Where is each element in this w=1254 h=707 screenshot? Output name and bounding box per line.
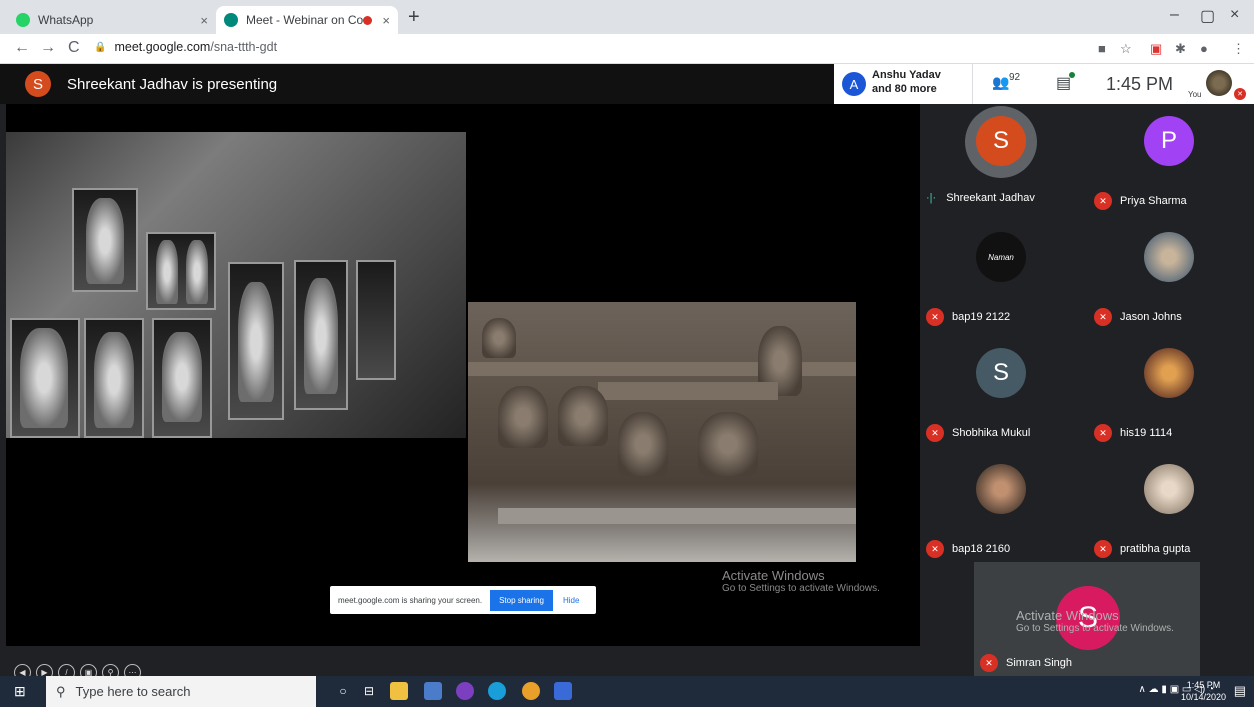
participant-photo bbox=[976, 464, 1026, 514]
participant-avatar: S bbox=[976, 116, 1026, 166]
search-icon: ⚲ bbox=[56, 683, 66, 699]
presenter-label: Shreekant Jadhav is presenting bbox=[67, 75, 278, 93]
url-field[interactable]: 🔒 meet.google.com/sna-ttth-gdt bbox=[94, 40, 277, 54]
participant-tile[interactable]: S ✕ Shobhika Mukul bbox=[920, 336, 1085, 450]
tab-whatsapp[interactable]: WhatsApp × bbox=[8, 6, 216, 34]
mic-off-icon: ✕ bbox=[1234, 88, 1246, 100]
profile-icon[interactable]: ● bbox=[1200, 41, 1208, 56]
taskbar-search[interactable]: ⚲ Type here to search bbox=[46, 676, 316, 707]
participant-photo bbox=[1144, 232, 1194, 282]
participant-avatar: S bbox=[976, 348, 1026, 398]
participant-avatar: P bbox=[1144, 116, 1194, 166]
activate-windows-watermark: Activate Windows Go to Settings to activ… bbox=[1016, 608, 1174, 634]
participant-tile[interactable]: P ✕ Priya Sharma bbox=[1088, 104, 1253, 218]
cave-photo-right bbox=[468, 302, 856, 562]
extensions-icon[interactable]: ✱ bbox=[1175, 41, 1186, 57]
meet-header: A Anshu Yadav and 80 more 👥 92 ▤ 1:45 PM… bbox=[834, 64, 1254, 104]
word-icon[interactable] bbox=[554, 682, 572, 700]
people-icon[interactable]: 👥 bbox=[992, 74, 1009, 91]
tab-close-icon[interactable]: × bbox=[382, 13, 390, 28]
task-view-icon[interactable]: ⊟ bbox=[360, 682, 378, 700]
participant-avatar: Naman bbox=[976, 232, 1026, 282]
address-bar: ← → C 🔒 meet.google.com/sna-ttth-gdt ■ ☆… bbox=[0, 34, 1254, 64]
tab-bar: WhatsApp × Meet - Webinar on Conserva × … bbox=[0, 0, 1254, 34]
mic-off-icon: ✕ bbox=[1094, 308, 1112, 326]
sharing-text: meet.google.com is sharing your screen. bbox=[338, 595, 483, 605]
participant-tile[interactable]: ✕ bap18 2160 bbox=[920, 452, 1085, 566]
hide-button[interactable]: Hide bbox=[563, 596, 579, 605]
participant-tile[interactable]: S ·|· Shreekant Jadhav bbox=[920, 104, 1085, 218]
participant-tile[interactable]: ✕ pratibha gupta bbox=[1088, 452, 1253, 566]
participant-photo bbox=[1144, 464, 1194, 514]
windows-start-icon[interactable]: ⊞ bbox=[14, 683, 26, 700]
presenter-avatar: S bbox=[25, 71, 51, 97]
url-host: meet.google.com bbox=[114, 40, 211, 54]
participants-grid: S ·|· Shreekant Jadhav P ✕ Priya Sharma Na… bbox=[920, 104, 1254, 676]
participant-tile[interactable]: ✕ his19 1114 bbox=[1088, 336, 1253, 450]
participant-tile[interactable]: S Activate Windows Go to Settings to act… bbox=[974, 562, 1200, 676]
url-path: /sna-ttth-gdt bbox=[210, 40, 278, 54]
you-label: You bbox=[1188, 90, 1202, 99]
tab-close-icon[interactable]: × bbox=[200, 13, 208, 28]
tab-title: WhatsApp bbox=[38, 13, 94, 27]
chat-badge bbox=[1069, 72, 1075, 78]
notification-icon[interactable]: ▤ bbox=[1234, 683, 1246, 699]
camera-icon[interactable]: ■ bbox=[1098, 41, 1106, 56]
meeting-clock: 1:45 PM bbox=[1106, 74, 1174, 94]
presenter-bar: S Shreekant Jadhav is presenting bbox=[0, 64, 920, 104]
cortana-icon[interactable]: ○ bbox=[334, 682, 352, 700]
back-button[interactable]: ← bbox=[14, 39, 30, 57]
participant-count: 92 bbox=[1009, 72, 1021, 83]
whatsapp-icon bbox=[16, 13, 30, 27]
participant-tile[interactable]: Naman ✕ bap19 2122 bbox=[920, 220, 1085, 334]
people-summary[interactable]: Anshu Yadav and 80 more bbox=[872, 68, 941, 96]
chrome-icon[interactable] bbox=[522, 682, 540, 700]
mic-off-icon: ✕ bbox=[1094, 540, 1112, 558]
bookmark-star-icon[interactable]: ☆ bbox=[1120, 41, 1132, 57]
mic-off-icon: ✕ bbox=[980, 654, 998, 672]
tab-title: Meet - Webinar on Conserva bbox=[246, 13, 364, 27]
meet-call: S Shreekant Jadhav is presenting Activat… bbox=[0, 64, 1254, 681]
search-placeholder: Type here to search bbox=[75, 684, 191, 699]
taskbar: ⊞ ⚲ Type here to search ○ ⊟ ∧ ☁ ▮ ▣ ▭ ◁)… bbox=[0, 676, 1254, 707]
close-window-button[interactable]: × bbox=[1230, 6, 1239, 24]
lock-icon: 🔒 bbox=[94, 41, 107, 53]
taskbar-clock[interactable]: 1:45 PM 10/14/2020 bbox=[1181, 679, 1226, 703]
presentation-screen: Activate Windows Go to Settings to activ… bbox=[6, 104, 920, 681]
tab-meet[interactable]: Meet - Webinar on Conserva × bbox=[216, 6, 398, 34]
participant-tile[interactable]: ✕ Jason Johns bbox=[1088, 220, 1253, 334]
mic-off-icon: ✕ bbox=[1094, 192, 1112, 210]
sharing-banner: meet.google.com is sharing your screen. … bbox=[330, 586, 596, 614]
speaking-icon: ·|· bbox=[926, 192, 937, 204]
divider bbox=[972, 64, 973, 104]
self-avatar[interactable] bbox=[1206, 70, 1232, 96]
media-player-icon[interactable] bbox=[456, 682, 474, 700]
cave-photo-left bbox=[6, 132, 466, 438]
camera-app-icon[interactable] bbox=[424, 682, 442, 700]
file-explorer-icon[interactable] bbox=[390, 682, 408, 700]
stop-sharing-button[interactable]: Stop sharing bbox=[490, 589, 553, 611]
mic-off-icon: ✕ bbox=[1094, 424, 1112, 442]
mic-off-icon: ✕ bbox=[926, 308, 944, 326]
edge-icon[interactable] bbox=[488, 682, 506, 700]
new-tab-button[interactable]: + bbox=[408, 6, 420, 29]
maximize-button[interactable]: ▢ bbox=[1200, 6, 1215, 26]
menu-icon[interactable]: ⋮ bbox=[1232, 41, 1245, 57]
meet-icon bbox=[224, 13, 238, 27]
activate-windows-watermark: Activate Windows Go to Settings to activ… bbox=[722, 568, 880, 594]
pdf-extension-icon[interactable]: ▣ bbox=[1150, 41, 1162, 57]
recording-icon bbox=[363, 15, 373, 25]
mic-off-icon: ✕ bbox=[926, 424, 944, 442]
participant-avatar: A bbox=[842, 72, 866, 96]
forward-button[interactable]: → bbox=[40, 39, 56, 57]
mic-off-icon: ✕ bbox=[926, 540, 944, 558]
reload-button[interactable]: C bbox=[68, 39, 80, 57]
minimize-button[interactable]: – bbox=[1170, 6, 1179, 24]
participant-photo bbox=[1144, 348, 1194, 398]
